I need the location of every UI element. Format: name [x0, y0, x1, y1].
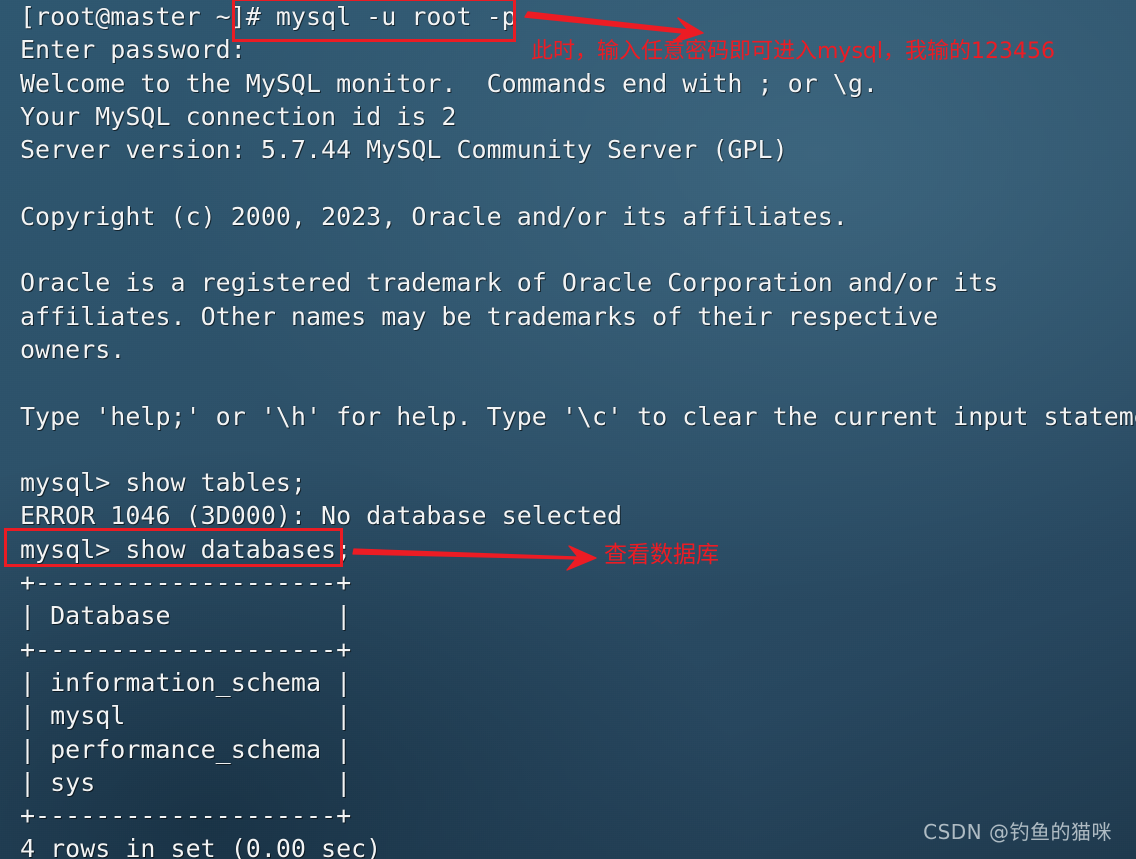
highlight-box-mysql-login-command	[232, 0, 516, 42]
terminal-output[interactable]: [root@master ~]# mysql -u root -p Enter …	[20, 0, 1136, 859]
annotation-show-databases-note: 查看数据库	[604, 542, 719, 568]
terminal-window[interactable]: [root@master ~]# mysql -u root -p Enter …	[0, 0, 1136, 859]
annotation-password-note: 此时，输入任意密码即可进入mysql，我输的123456	[531, 39, 1055, 64]
watermark: CSDN @钓鱼的猫咪	[923, 820, 1112, 844]
highlight-box-show-databases-command	[4, 528, 343, 567]
annotation-arrow-show-databases	[352, 545, 597, 571]
